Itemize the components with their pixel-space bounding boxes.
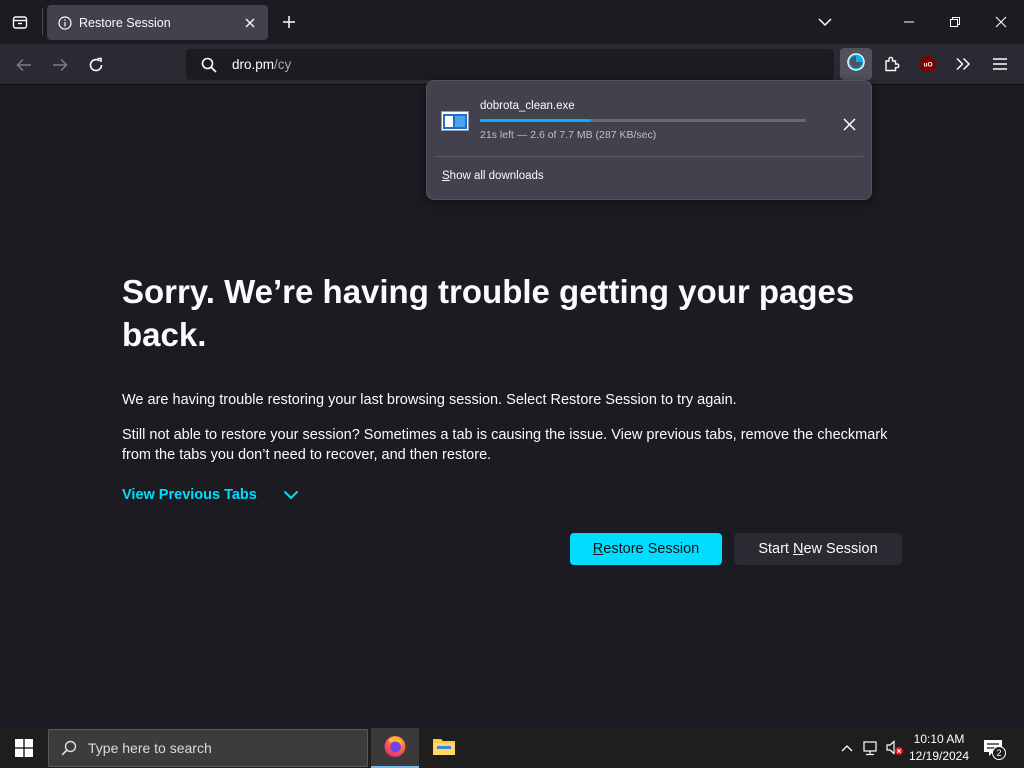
forward-arrow-icon[interactable] — [45, 50, 75, 80]
new-session-label-end: ew Session — [803, 541, 878, 557]
download-status: 21s left — 2.6 of 7.7 MB (287 KB/sec) — [480, 129, 657, 141]
volume-muted-icon[interactable] — [885, 738, 905, 758]
new-session-access-key: N — [793, 541, 804, 557]
search-icon — [60, 739, 78, 757]
url-path: /cy — [274, 57, 292, 72]
taskbar-search-box[interactable]: Type here to search — [48, 729, 368, 767]
page-title: Sorry. We’re having trouble getting your… — [122, 273, 855, 353]
view-previous-tabs-label: View Previous Tabs — [122, 487, 257, 503]
url-text: dro.pm/cy — [232, 57, 291, 72]
restore-button-label: estore Session — [603, 541, 700, 557]
download-file-name: dobrota_clean.exe — [480, 100, 575, 112]
tab-separator — [42, 8, 43, 36]
hamburger-menu-icon[interactable] — [985, 49, 1015, 79]
folder-icon — [432, 736, 456, 761]
clock-time: 10:10 AM — [913, 732, 965, 746]
extensions-puzzle-icon[interactable] — [877, 49, 907, 79]
search-icon — [200, 56, 218, 74]
restore-session-content: Sorry. We’re having trouble getting your… — [122, 270, 912, 565]
view-previous-tabs-toggle[interactable]: View Previous Tabs — [122, 485, 301, 505]
restore-description: We are having trouble restoring your las… — [122, 392, 737, 408]
url-host: dro.pm — [232, 57, 275, 72]
restore-help-text: Still not able to restore your session? … — [122, 427, 888, 463]
show-all-access-key: S — [442, 170, 450, 182]
chevron-down-icon — [281, 485, 301, 505]
panel-divider — [435, 156, 863, 157]
restore-session-button[interactable]: Restore Session — [570, 533, 722, 565]
new-session-label-start: Start — [758, 541, 793, 557]
address-bar[interactable]: dro.pm/cy — [186, 49, 834, 80]
chevron-down-icon[interactable] — [814, 11, 836, 33]
restore-window-icon[interactable] — [932, 0, 978, 44]
windows-taskbar: Type here to search 10:10 AM 12/19/2024 … — [0, 728, 1024, 768]
action-center-icon[interactable]: 2 — [980, 736, 1006, 760]
minimize-icon[interactable] — [886, 0, 932, 44]
navigation-toolbar: dro.pm/cy uO — [0, 44, 1024, 85]
tab-strip: Restore Session — [0, 0, 1024, 44]
cancel-download-icon[interactable] — [835, 110, 863, 138]
back-arrow-icon[interactable] — [9, 50, 39, 80]
network-icon[interactable] — [861, 738, 881, 758]
overflow-chevrons-icon[interactable] — [948, 49, 978, 79]
windows-start-icon[interactable] — [0, 728, 48, 768]
system-clock[interactable]: 10:10 AM 12/19/2024 — [904, 731, 974, 765]
show-all-downloads-link[interactable]: Show all downloads — [442, 170, 544, 182]
show-all-label: how all downloads — [449, 170, 544, 182]
tab-title: Restore Session — [79, 15, 171, 30]
taskbar-file-explorer[interactable] — [420, 728, 468, 768]
svg-text:uO: uO — [923, 62, 932, 69]
new-tab-icon[interactable] — [278, 11, 300, 33]
notification-count-badge: 2 — [992, 746, 1006, 760]
info-icon — [57, 15, 73, 31]
taskbar-search-placeholder: Type here to search — [88, 740, 212, 756]
chevron-up-icon[interactable] — [837, 738, 857, 758]
start-new-session-button[interactable]: Start New Session — [734, 533, 902, 565]
restore-access-key: R — [592, 541, 604, 557]
downloads-panel: dobrota_clean.exe 21s left — 2.6 of 7.7 … — [426, 80, 872, 200]
exe-file-icon — [441, 111, 469, 131]
download-progress-icon — [846, 52, 866, 77]
taskbar-firefox[interactable] — [371, 728, 419, 768]
close-tab-icon[interactable] — [239, 12, 261, 34]
download-item[interactable]: dobrota_clean.exe 21s left — 2.6 of 7.7 … — [435, 89, 863, 151]
ublock-origin-icon[interactable]: uO — [913, 49, 943, 79]
tab-restore-session[interactable]: Restore Session — [47, 5, 268, 40]
download-progress-bar — [480, 119, 806, 122]
firefox-icon — [383, 734, 407, 763]
close-window-icon[interactable] — [978, 0, 1024, 44]
firefox-view-icon[interactable] — [8, 10, 32, 34]
reload-icon[interactable] — [81, 50, 111, 80]
clock-date: 12/19/2024 — [908, 749, 970, 763]
download-progress-fill — [480, 119, 591, 122]
downloads-button[interactable] — [840, 48, 872, 80]
